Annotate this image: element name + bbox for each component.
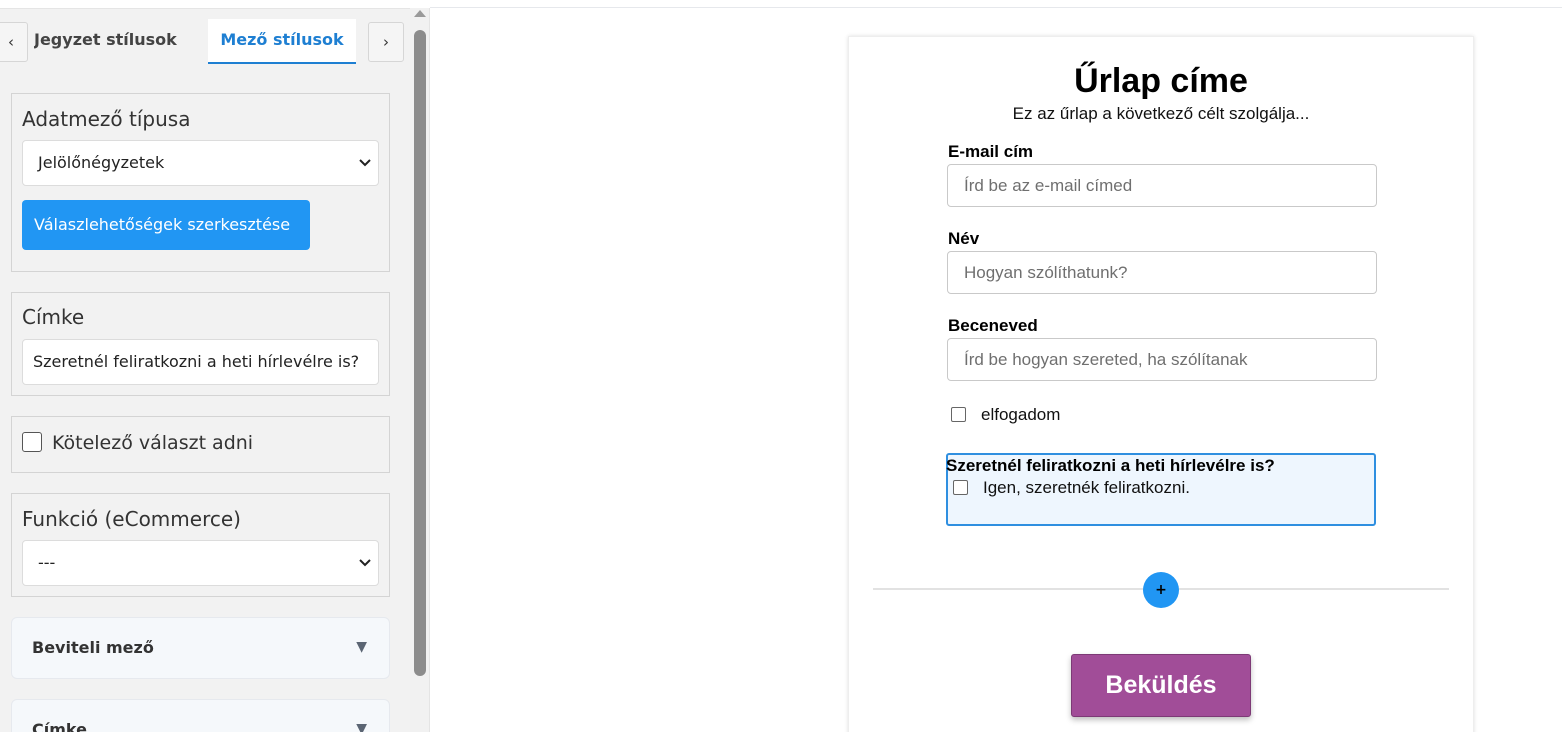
nickname-field[interactable]: Írd be hogyan szereted, ha szólítanak xyxy=(947,338,1377,381)
form-subtitle[interactable]: Ez az űrlap a következő célt szolgálja..… xyxy=(848,104,1474,124)
tab-note-styles[interactable]: Jegyzet stílusok xyxy=(34,19,202,64)
accordion-input-field[interactable]: Beviteli mező ▼ xyxy=(11,617,390,679)
triangle-down-icon: ▼ xyxy=(356,721,367,732)
triangle-down-icon: ▼ xyxy=(356,639,367,655)
required-checkbox[interactable] xyxy=(22,432,42,452)
label-section: Címke Szeretnél feliratkozni a heti hírl… xyxy=(11,292,390,396)
tab-scroll-right-button[interactable]: › xyxy=(368,22,404,62)
accordion-input-field-label: Beviteli mező xyxy=(32,638,154,657)
accordion-label-label: Címke xyxy=(32,720,87,732)
newsletter-checkbox-label: Igen, szeretnék feliratkozni. xyxy=(983,478,1190,497)
tab-scroll-left-button[interactable]: ‹ xyxy=(0,22,28,62)
sidebar-tabbar: ‹ Jegyzet stílusok Mező stílusok › xyxy=(0,9,410,79)
accordion-label[interactable]: Címke ▼ xyxy=(11,699,390,732)
chevron-down-icon xyxy=(358,141,372,203)
label-section-title: Címke xyxy=(22,305,85,329)
scroll-up-arrow-icon[interactable] xyxy=(414,10,426,17)
field-type-selected-value: Jelölőnégyzetek xyxy=(38,153,165,172)
required-checkbox-row[interactable]: Kötelező választ adni xyxy=(22,431,253,455)
accept-checkbox-label: elfogadom xyxy=(981,405,1061,424)
accept-checkbox[interactable] xyxy=(951,407,966,422)
name-field[interactable]: Hogyan szólíthatunk? xyxy=(947,251,1377,294)
add-field-button[interactable]: + xyxy=(1143,572,1179,608)
chevron-down-icon xyxy=(358,541,372,603)
field-type-title: Adatmező típusa xyxy=(22,107,191,131)
function-section: Funkció (eCommerce) --- xyxy=(11,493,390,597)
top-divider xyxy=(430,0,1562,8)
sidebar-scrollbar[interactable] xyxy=(410,8,430,732)
submit-button[interactable]: Beküldés xyxy=(1071,654,1251,717)
app-root: ‹ Jegyzet stílusok Mező stílusok › Adatm… xyxy=(0,0,1562,732)
email-field-label: E-mail cím xyxy=(948,142,1034,161)
name-field-label: Név xyxy=(948,229,980,248)
email-field[interactable]: Írd be az e-mail címed xyxy=(947,164,1377,207)
required-section: Kötelező választ adni xyxy=(11,416,390,473)
style-sidebar: ‹ Jegyzet stílusok Mező stílusok › Adatm… xyxy=(0,8,410,732)
function-selected-value: --- xyxy=(38,553,56,572)
field-type-section: Adatmező típusa Jelölőnégyzetek Válaszle… xyxy=(11,93,390,272)
required-checkbox-label: Kötelező választ adni xyxy=(52,432,254,454)
tab-field-styles[interactable]: Mező stílusok xyxy=(208,19,356,64)
field-type-select[interactable]: Jelölőnégyzetek xyxy=(22,140,379,186)
label-input[interactable]: Szeretnél feliratkozni a heti hírlevélre… xyxy=(22,339,379,385)
function-title: Funkció (eCommerce) xyxy=(22,507,241,531)
newsletter-question-label: Szeretnél feliratkozni a heti hírlevélre… xyxy=(946,456,1275,475)
edit-options-button[interactable]: Válaszlehetőségek szerkesztése xyxy=(22,200,310,250)
newsletter-checkbox[interactable] xyxy=(953,480,968,495)
form-title[interactable]: Űrlap címe xyxy=(848,62,1474,101)
nickname-field-label: Beceneved xyxy=(948,316,1038,335)
function-select[interactable]: --- xyxy=(22,540,379,586)
form-card xyxy=(848,36,1474,732)
scrollbar-thumb[interactable] xyxy=(414,30,426,676)
